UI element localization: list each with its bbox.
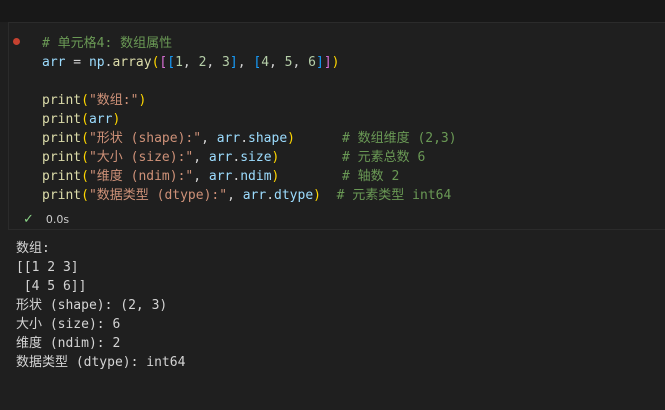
code-token: [ xyxy=(253,55,262,70)
code-token: print xyxy=(42,112,82,127)
code-line[interactable] xyxy=(42,72,457,91)
code-token: array xyxy=(112,55,152,70)
code-token: arr xyxy=(42,55,66,70)
code-token: ( xyxy=(81,150,89,165)
code-token: print xyxy=(42,188,82,203)
code-token: "数据类型 (dtype):" xyxy=(88,188,228,203)
code-token: ] xyxy=(323,55,332,70)
notebook-code-cell[interactable]: # 单元格4: 数组属性 arr = np.array([[1, 2, 3], [… xyxy=(8,22,665,230)
code-token: , xyxy=(227,188,243,203)
code-token: dtype xyxy=(274,188,314,203)
code-token: 3 xyxy=(222,55,230,70)
code-line[interactable]: print("数据类型 (dtype):", arr.dtype) # 元素类型… xyxy=(42,186,457,205)
code-token: ( xyxy=(81,169,89,184)
code-token: . xyxy=(266,188,275,203)
code-line[interactable]: print(arr) xyxy=(42,110,457,129)
code-token: ) xyxy=(138,93,147,108)
code-token: print xyxy=(42,169,82,184)
output-line: [[1 2 3] xyxy=(16,260,79,275)
code-token: , xyxy=(193,150,209,165)
output-line: [4 5 6]] xyxy=(16,279,87,294)
code-token: "大小 (size):" xyxy=(88,150,194,165)
code-token: . xyxy=(240,131,249,146)
code-line[interactable]: print("维度 (ndim):", arr.ndim) # 轴数 2 xyxy=(42,167,457,186)
code-token: ( xyxy=(81,93,89,108)
code-token: [ xyxy=(167,55,176,70)
code-token: "形状 (shape):" xyxy=(88,131,202,146)
editor-top-bar xyxy=(0,0,665,22)
code-token: , xyxy=(182,55,199,70)
code-line[interactable]: print("大小 (size):", arr.size) # 元素总数 6 xyxy=(42,148,457,167)
code-token: = xyxy=(65,55,89,70)
code-token: # 单元格4: 数组属性 xyxy=(42,36,173,51)
code-token: ) xyxy=(112,112,121,127)
code-token: , xyxy=(237,55,254,70)
code-token: # 元素类型 int64 xyxy=(336,188,452,203)
code-editor[interactable]: # 单元格4: 数组属性 arr = np.array([[1, 2, 3], [… xyxy=(42,34,457,205)
output-line: 大小 (size): 6 xyxy=(16,317,121,332)
code-token: "数组:" xyxy=(88,93,139,108)
code-token: , xyxy=(292,55,309,70)
code-line[interactable]: print("形状 (shape):", arr.shape) # 数组维度 (… xyxy=(42,129,457,148)
code-token: arr xyxy=(242,188,267,203)
code-token: , xyxy=(269,55,285,70)
code-token: ) xyxy=(287,131,295,146)
output-line: 数组: xyxy=(16,241,50,256)
code-token: # 数组维度 (2,3) xyxy=(341,131,457,146)
code-token: ( xyxy=(81,131,89,146)
code-token: ( xyxy=(81,112,89,127)
code-token: print xyxy=(42,131,82,146)
code-line[interactable]: print("数组:") xyxy=(42,91,457,110)
code-token: , xyxy=(201,131,217,146)
code-token: , xyxy=(193,169,209,184)
code-token: # 元素总数 6 xyxy=(341,150,426,165)
code-token: size xyxy=(240,150,272,165)
execution-status: ✓ 0.0s xyxy=(23,209,69,229)
code-token: arr xyxy=(216,131,241,146)
code-token: , xyxy=(206,55,223,70)
code-token: 4 xyxy=(261,55,270,70)
code-token: arr xyxy=(88,112,113,127)
code-line[interactable]: # 单元格4: 数组属性 xyxy=(42,34,457,53)
code-token: ) xyxy=(331,55,340,70)
output-line: 数据类型 (dtype): int64 xyxy=(16,355,186,370)
code-token: arr xyxy=(208,169,233,184)
check-icon: ✓ xyxy=(23,211,34,227)
code-token: ndim xyxy=(240,169,272,184)
code-token: np xyxy=(88,55,105,70)
breakpoint-dot-icon[interactable] xyxy=(13,38,20,45)
code-token: shape xyxy=(248,131,288,146)
code-token: ] xyxy=(315,55,324,70)
code-token: "维度 (ndim):" xyxy=(88,169,194,184)
code-token: print xyxy=(42,93,82,108)
output-line: 维度 (ndim): 2 xyxy=(16,336,121,351)
code-token: # 轴数 2 xyxy=(341,169,400,184)
code-token: print xyxy=(42,150,82,165)
cell-output: 数组: [[1 2 3] [4 5 6]] 形状 (shape): (2, 3) 大小… xyxy=(16,239,185,372)
code-token: ( xyxy=(81,188,89,203)
code-token: ] xyxy=(229,55,238,70)
code-token: 1 xyxy=(175,55,183,70)
code-token: ) xyxy=(313,188,321,203)
execution-time: 0.0s xyxy=(45,212,70,226)
code-token: 6 xyxy=(308,55,316,70)
code-token: 5 xyxy=(284,55,293,70)
output-line: 形状 (shape): (2, 3) xyxy=(16,298,168,313)
code-token: arr xyxy=(208,150,233,165)
code-line[interactable]: arr = np.array([[1, 2, 3], [4, 5, 6]]) xyxy=(42,53,457,72)
